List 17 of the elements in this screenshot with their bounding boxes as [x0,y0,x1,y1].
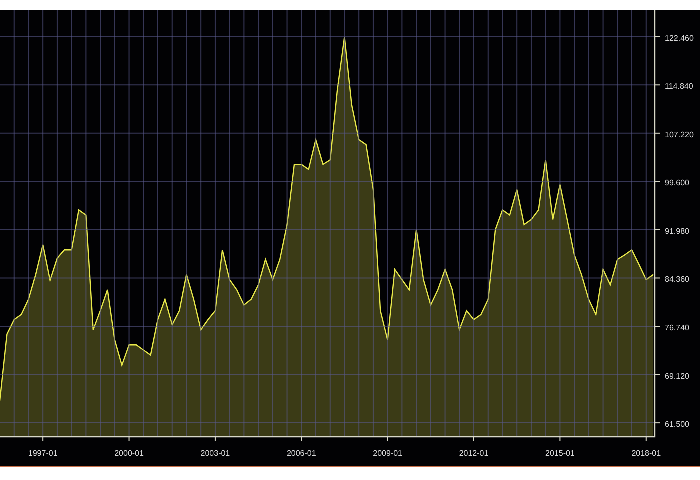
x-tick-label: 2006-01 [286,449,316,458]
y-tick-label: 114.840 [665,82,694,92]
x-tick-label: 2003-01 [200,449,230,458]
x-tick-label: 1997-01 [28,449,58,458]
y-tick-label: 84.360 [665,275,690,284]
y-tick-label: 61.500 [665,420,690,430]
y-tick-label: 99.600 [665,178,690,188]
x-tick-label: 2018-01 [632,449,662,458]
y-tick-label: 69.120 [665,372,690,381]
y-tick-label: 91.980 [665,226,690,236]
y-tick-label: 122.460 [665,34,694,43]
x-tick-label: 2015-01 [546,449,575,458]
x-tick-label: 2000-01 [114,449,144,458]
y-tick-label: 76.740 [665,324,690,332]
y-tick-label: 107.220 [665,130,694,140]
x-tick-label: 2012-01 [459,449,489,458]
x-tick-label: 2009-01 [373,449,402,458]
